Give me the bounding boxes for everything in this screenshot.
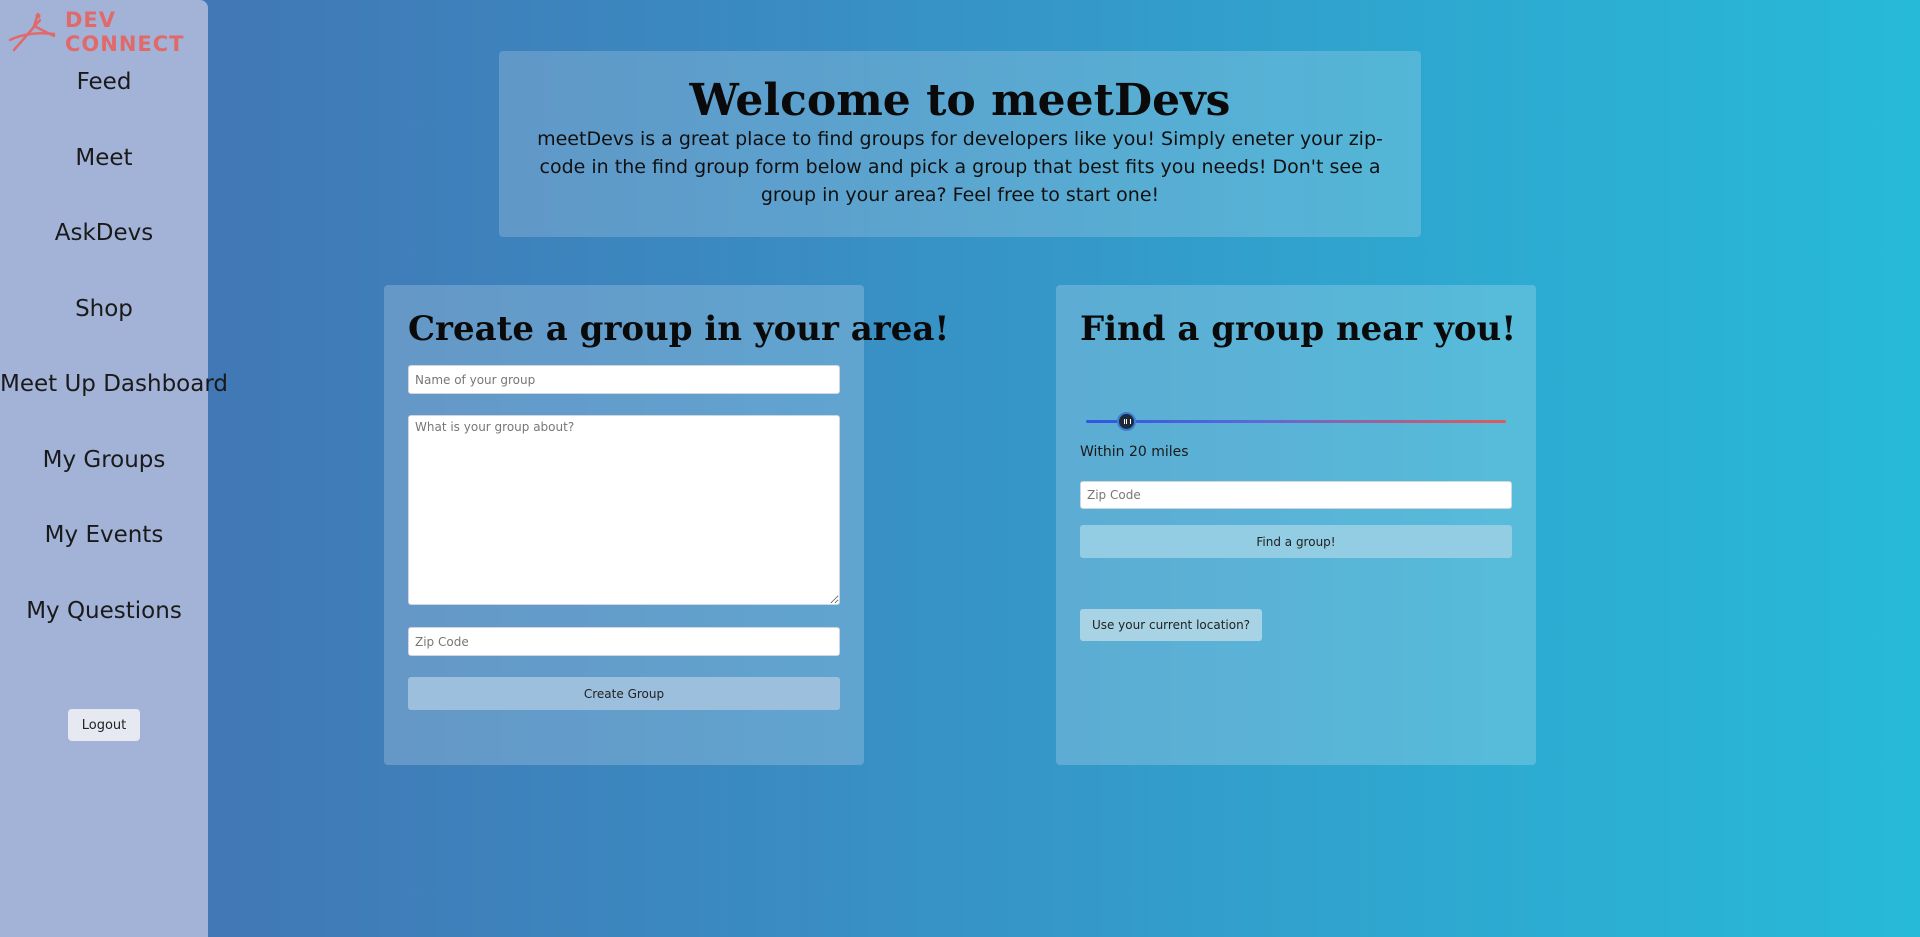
use-location-button[interactable]: Use your current location? xyxy=(1080,609,1262,641)
welcome-panel: Welcome to meetDevs meetDevs is a great … xyxy=(499,51,1421,237)
sidebar-item-my-questions[interactable]: My Questions xyxy=(0,598,208,624)
app-logo[interactable]: DEV CONNECT xyxy=(8,6,184,56)
page-title: Welcome to meetDevs xyxy=(689,75,1231,126)
create-group-heading: Create a group in your area! xyxy=(408,309,950,349)
welcome-description: meetDevs is a great place to find groups… xyxy=(537,128,1383,206)
find-group-card: Find a group near you! Within 20 miles F… xyxy=(1056,285,1536,765)
logo-text: DEV CONNECT xyxy=(65,8,185,56)
create-group-card: Create a group in your area! Create Grou… xyxy=(384,285,949,765)
group-name-input[interactable] xyxy=(408,365,840,394)
create-group-button[interactable]: Create Group xyxy=(408,677,840,710)
sidebar-item-meet-up-dashboard[interactable]: Meet Up Dashboard xyxy=(0,371,228,397)
logo-line-2: CONNECT xyxy=(65,32,185,56)
logo-figure-icon xyxy=(8,12,56,52)
logout-button[interactable]: Logout xyxy=(68,709,140,741)
create-zip-input[interactable] xyxy=(408,627,840,656)
distance-slider[interactable] xyxy=(1080,412,1512,432)
find-group-button[interactable]: Find a group! xyxy=(1080,525,1512,558)
sidebar-item-feed[interactable]: Feed xyxy=(0,69,208,95)
sidebar-item-my-groups[interactable]: My Groups xyxy=(0,447,208,473)
distance-label: Within 20 miles xyxy=(1080,444,1189,460)
find-zip-input[interactable] xyxy=(1080,481,1512,509)
find-group-heading: Find a group near you! xyxy=(1080,309,1517,349)
sidebar-item-meet[interactable]: Meet xyxy=(0,145,208,171)
slider-track[interactable] xyxy=(1086,420,1506,423)
slider-thumb[interactable] xyxy=(1116,412,1136,431)
logo-line-1: DEV xyxy=(65,8,117,32)
sidebar-item-shop[interactable]: Shop xyxy=(0,296,208,322)
sidebar-item-my-events[interactable]: My Events xyxy=(0,522,208,548)
group-about-textarea[interactable] xyxy=(408,415,840,605)
sidebar: DEV CONNECT Feed Meet AskDevs Shop Meet … xyxy=(0,0,228,937)
sidebar-item-askdevs[interactable]: AskDevs xyxy=(0,220,208,246)
